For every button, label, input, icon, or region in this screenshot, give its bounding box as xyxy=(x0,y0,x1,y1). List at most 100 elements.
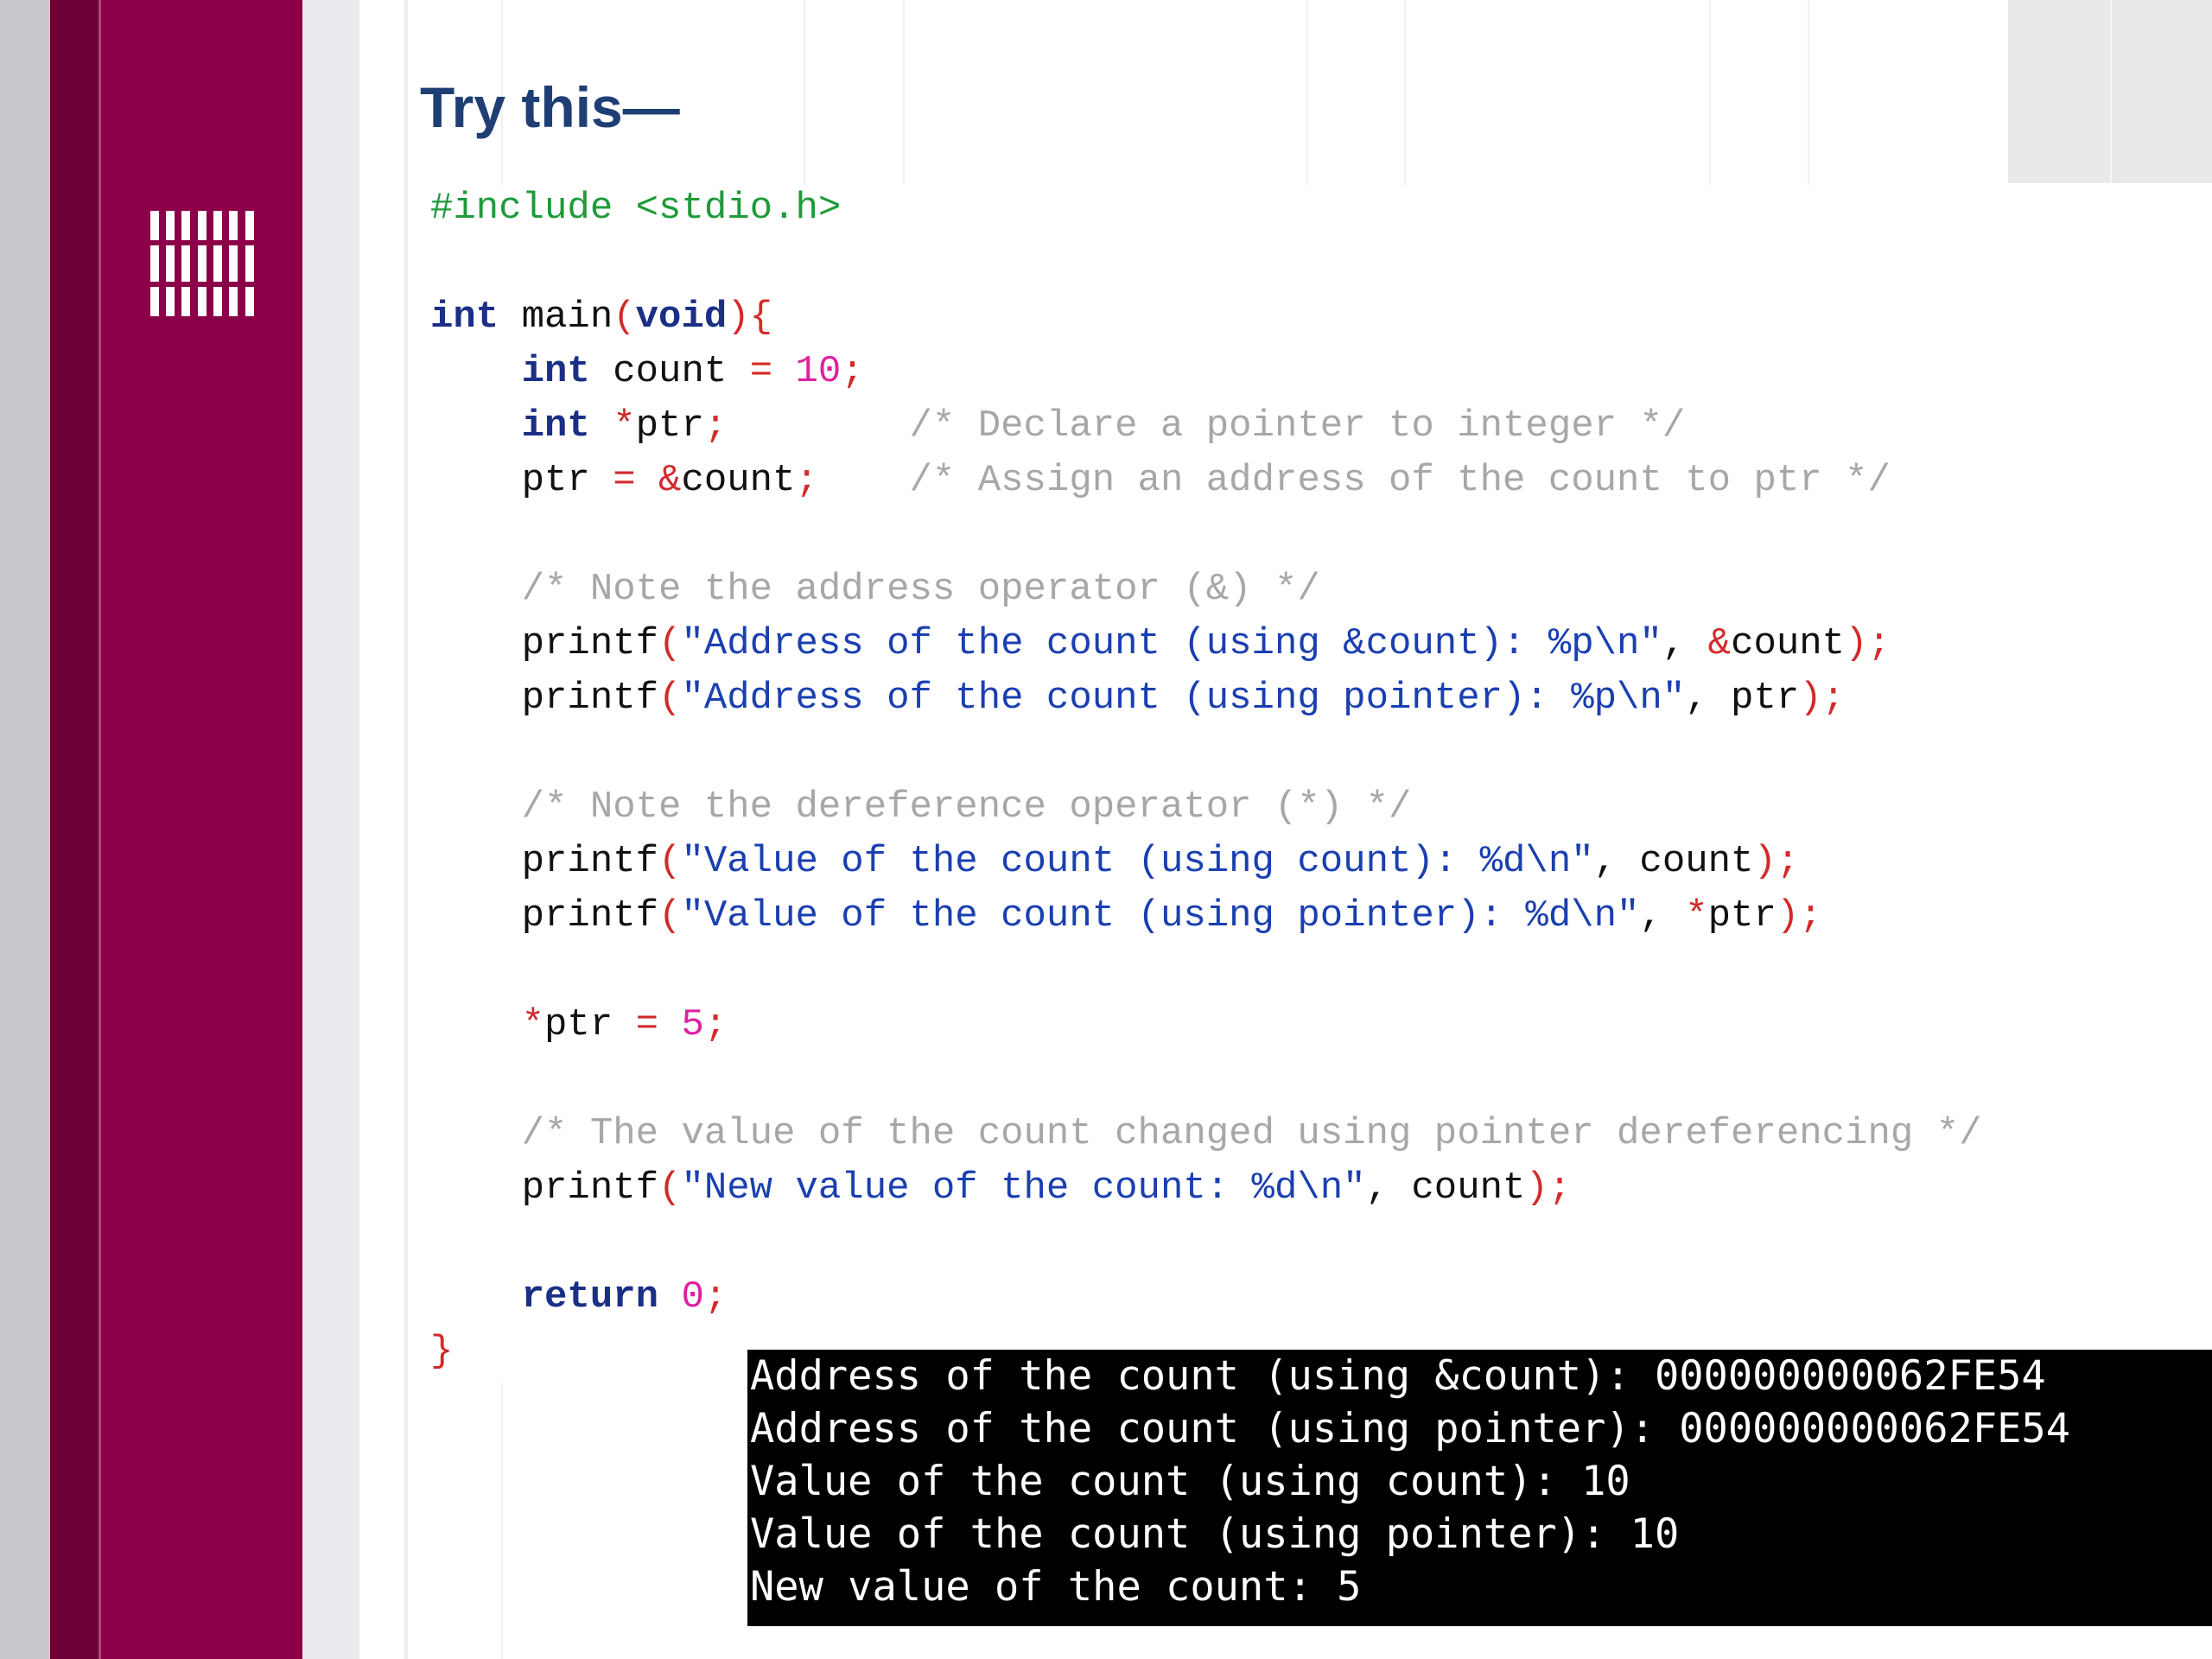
code-token: int xyxy=(521,350,590,393)
band-divider-line xyxy=(99,0,101,1659)
code-token: ( xyxy=(613,296,636,339)
code-token: 10 xyxy=(795,350,842,393)
code-token: /* The value of the count changed using … xyxy=(521,1112,1982,1155)
code-line: #include <stdio.h> xyxy=(430,181,1982,236)
code-line: ptr = &count; /* Assign an address of th… xyxy=(430,454,1982,508)
background-guide-line xyxy=(804,0,805,185)
code-token: * xyxy=(521,1003,545,1046)
code-token: return xyxy=(521,1275,659,1319)
code-token: "Address of the count (using pointer): %… xyxy=(681,677,1686,720)
background-guide-line xyxy=(1709,0,1711,185)
code-token: main xyxy=(499,296,613,339)
code-token: printf xyxy=(430,840,659,883)
code-token: /* Declare a pointer to integer */ xyxy=(909,404,1686,448)
code-token: printf xyxy=(430,894,659,938)
background-guide-line xyxy=(1404,0,1406,185)
code-token: void xyxy=(635,296,728,339)
console-line: Value of the count (using pointer): 10 xyxy=(750,1510,1680,1558)
background-guide-line xyxy=(1808,0,1809,185)
code-token: , xyxy=(1662,622,1708,665)
code-line: int main(void){ xyxy=(430,290,1982,345)
code-line: printf("Address of the count (using &cou… xyxy=(430,617,1982,671)
code-token: ( xyxy=(658,840,682,883)
code-line: int *ptr; /* Declare a pointer to intege… xyxy=(430,399,1982,454)
left-thin-strip xyxy=(359,0,408,1659)
code-token: "Value of the count (using pointer): %d\… xyxy=(681,894,1640,938)
code-token: ptr xyxy=(635,404,704,448)
code-token: ; xyxy=(795,459,818,502)
code-token: "New value of the count: %d\n" xyxy=(681,1166,1366,1210)
code-token: ); xyxy=(1776,894,1822,938)
code-token: /* Assign an address of the count to ptr… xyxy=(909,459,1891,502)
code-token: count xyxy=(681,459,796,502)
code-token: ; xyxy=(703,404,728,448)
code-line: int count = 10; xyxy=(430,345,1982,399)
code-token: , ptr xyxy=(1685,677,1800,720)
code-token: count xyxy=(1731,622,1846,665)
code-token: 5 xyxy=(681,1003,704,1046)
code-line: printf("Value of the count (using pointe… xyxy=(430,889,1982,944)
background-guide-line xyxy=(501,1382,503,1659)
code-token: } xyxy=(430,1330,454,1373)
code-token: "Address of the count (using &count): %p… xyxy=(681,622,1662,665)
code-token: ptr xyxy=(544,1003,636,1046)
code-token: count xyxy=(589,350,750,393)
code-token: int xyxy=(521,404,590,448)
code-token: & xyxy=(1707,622,1732,665)
code-token: ); xyxy=(1525,1166,1572,1210)
code-token: , xyxy=(1639,894,1686,938)
code-token: ){ xyxy=(727,296,773,339)
console-line: Value of the count (using count): 10 xyxy=(750,1458,1630,1505)
code-token: ( xyxy=(658,894,682,938)
code-token: ; xyxy=(703,1003,728,1046)
code-line: printf("Address of the count (using poin… xyxy=(430,671,1982,726)
code-token: ptr xyxy=(1707,894,1777,938)
console-output: Address of the count (using &count): 000… xyxy=(747,1350,2212,1626)
code-token: 0 xyxy=(681,1275,704,1319)
code-line: printf("Value of the count (using count)… xyxy=(430,835,1982,889)
code-token: = xyxy=(613,459,636,502)
code-line: /* The value of the count changed using … xyxy=(430,1107,1982,1161)
logo-icon xyxy=(150,211,254,316)
code-token: ); xyxy=(1845,622,1891,665)
left-light-strip xyxy=(302,0,359,1659)
code-token: = xyxy=(635,1003,659,1046)
code-token: & xyxy=(658,459,682,502)
code-token: printf xyxy=(430,1166,659,1210)
code-token: ( xyxy=(658,677,682,720)
code-token: = xyxy=(749,350,773,393)
console-line: New value of the count: 5 xyxy=(750,1563,1362,1611)
code-token: printf xyxy=(430,622,659,665)
code-token: ; xyxy=(703,1275,728,1319)
code-token: ); xyxy=(1799,677,1846,720)
left-gray-strip xyxy=(0,0,50,1659)
code-line: /* Note the address operator (&) */ xyxy=(430,563,1982,617)
code-token: int xyxy=(430,296,499,339)
background-guide-line xyxy=(903,0,905,185)
console-line: Address of the count (using &count): 000… xyxy=(750,1352,2046,1400)
top-right-decor xyxy=(2008,0,2212,183)
code-token: /* Note the dereference operator (*) */ xyxy=(521,785,1412,829)
console-line: Address of the count (using pointer): 00… xyxy=(750,1405,2071,1452)
code-listing: #include <stdio.h> int main(void){ int co… xyxy=(430,181,1982,1379)
code-token: ( xyxy=(658,1166,682,1210)
background-guide-line xyxy=(1306,0,1308,185)
code-token: ); xyxy=(1753,840,1800,883)
code-line: return 0; xyxy=(430,1270,1982,1325)
code-token: ; xyxy=(841,350,864,393)
